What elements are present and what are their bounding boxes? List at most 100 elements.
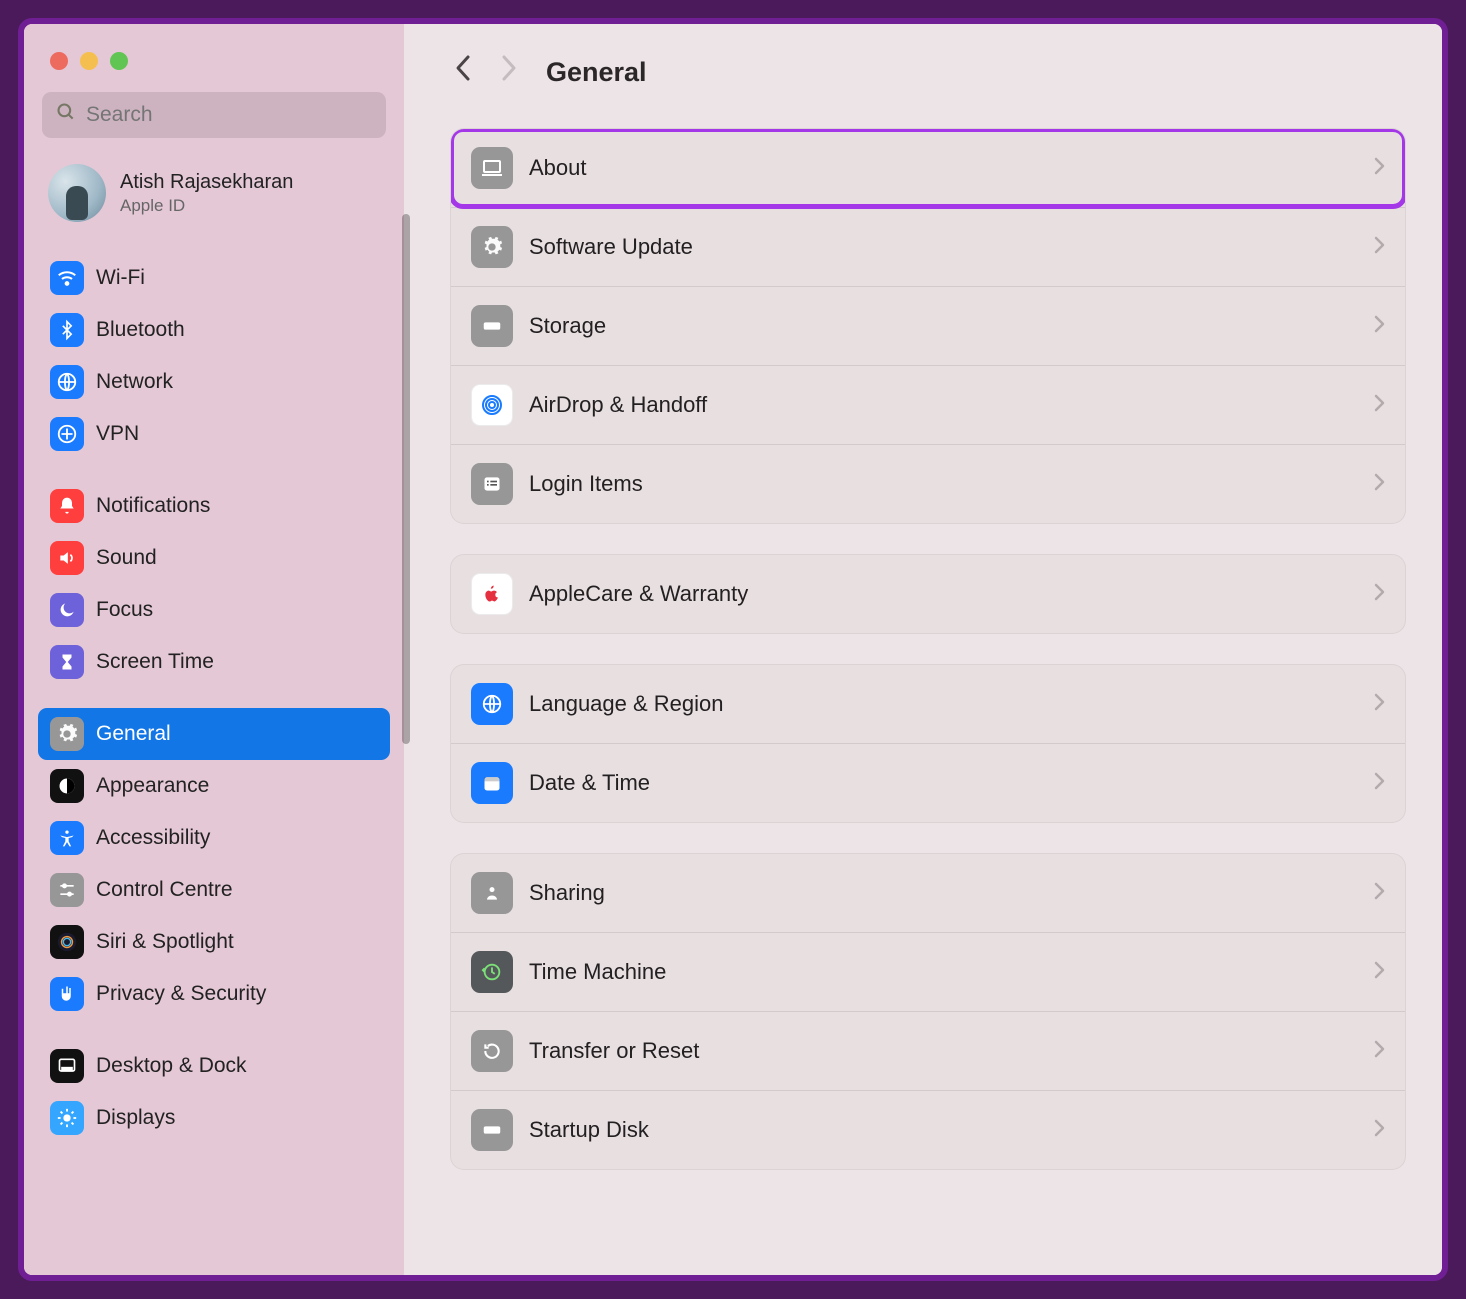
chevron-right-icon: [1373, 392, 1385, 418]
chevron-right-icon: [1373, 880, 1385, 906]
sidebar-scrollbar[interactable]: [402, 214, 410, 744]
chevron-right-icon: [1373, 691, 1385, 717]
row-label: Startup Disk: [529, 1117, 1373, 1143]
chevron-right-icon: [1373, 1117, 1385, 1143]
sidebar-item-siri[interactable]: Siri & Spotlight: [38, 916, 390, 968]
sidebar-item-label: Wi-Fi: [96, 266, 145, 290]
sidebar-item-label: Privacy & Security: [96, 982, 266, 1006]
header: General: [440, 48, 1406, 96]
sidebar-item-desktop[interactable]: Desktop & Dock: [38, 1040, 390, 1092]
close-icon[interactable]: [50, 52, 68, 70]
fullscreen-icon[interactable]: [110, 52, 128, 70]
globe-icon: [50, 365, 84, 399]
sidebar-item-focus[interactable]: Focus: [38, 584, 390, 636]
chevron-right-icon: [1373, 770, 1385, 796]
row-label: Login Items: [529, 471, 1373, 497]
sidebar-item-general[interactable]: General: [38, 708, 390, 760]
sidebar-item-label: Screen Time: [96, 650, 214, 674]
search-box[interactable]: [42, 92, 386, 138]
chevron-right-icon: [1373, 959, 1385, 985]
page-title: General: [546, 57, 647, 88]
sidebar-item-label: General: [96, 722, 171, 746]
sidebar-item-label: Notifications: [96, 494, 210, 518]
row-label: Language & Region: [529, 691, 1373, 717]
hourglass-icon: [50, 645, 84, 679]
window-controls: [38, 48, 390, 90]
reset-icon: [471, 1030, 513, 1072]
sidebar-item-bluetooth[interactable]: Bluetooth: [38, 304, 390, 356]
sidebar-item-sound[interactable]: Sound: [38, 532, 390, 584]
sidebar-item-label: Siri & Spotlight: [96, 930, 234, 954]
row-startup[interactable]: Startup Disk: [451, 1090, 1405, 1169]
gear-icon: [50, 717, 84, 751]
sidebar-item-screentime[interactable]: Screen Time: [38, 636, 390, 688]
search-input[interactable]: [86, 103, 372, 127]
avatar: [48, 164, 106, 222]
sidebar-item-privacy[interactable]: Privacy & Security: [38, 968, 390, 1020]
sidebar-item-label: Focus: [96, 598, 153, 622]
disk-icon: [471, 1109, 513, 1151]
sidebar-item-vpn[interactable]: VPN: [38, 408, 390, 460]
gear-icon: [471, 226, 513, 268]
sidebar-item-accessibility[interactable]: Accessibility: [38, 812, 390, 864]
sidebar-item-label: Displays: [96, 1106, 175, 1130]
sidebar-item-label: Sound: [96, 546, 157, 570]
sidebar-item-label: Control Centre: [96, 878, 233, 902]
apple-icon: [471, 573, 513, 615]
row-airdrop[interactable]: AirDrop & Handoff: [451, 365, 1405, 444]
hand-icon: [50, 977, 84, 1011]
sidebar-item-label: Network: [96, 370, 173, 394]
sidebar-item-controlcentre[interactable]: Control Centre: [38, 864, 390, 916]
sun-icon: [50, 1101, 84, 1135]
dock-icon: [50, 1049, 84, 1083]
profile-name: Atish Rajasekharan: [120, 171, 293, 194]
forward-button: [486, 48, 532, 96]
sidebar-item-label: Accessibility: [96, 826, 210, 850]
sidebar-item-wifi[interactable]: Wi-Fi: [38, 252, 390, 304]
row-sharing[interactable]: Sharing: [451, 854, 1405, 932]
access-icon: [50, 821, 84, 855]
sidebar-item-displays[interactable]: Displays: [38, 1092, 390, 1144]
row-transfer[interactable]: Transfer or Reset: [451, 1011, 1405, 1090]
row-applecare[interactable]: AppleCare & Warranty: [451, 555, 1405, 633]
tm-icon: [471, 951, 513, 993]
moon-icon: [50, 593, 84, 627]
chevron-right-icon: [1373, 155, 1385, 181]
sidebar-item-network[interactable]: Network: [38, 356, 390, 408]
apple-id-row[interactable]: Atish Rajasekharan Apple ID: [38, 156, 390, 242]
row-label: AppleCare & Warranty: [529, 581, 1373, 607]
back-button[interactable]: [440, 48, 486, 96]
row-about[interactable]: About: [451, 129, 1405, 207]
row-label: Date & Time: [529, 770, 1373, 796]
row-login[interactable]: Login Items: [451, 444, 1405, 523]
row-language[interactable]: Language & Region: [451, 665, 1405, 743]
row-label: About: [529, 155, 1373, 181]
row-label: Transfer or Reset: [529, 1038, 1373, 1064]
row-storage[interactable]: Storage: [451, 286, 1405, 365]
chevron-right-icon: [1373, 313, 1385, 339]
row-timemachine[interactable]: Time Machine: [451, 932, 1405, 1011]
sidebar-item-label: VPN: [96, 422, 139, 446]
sidebar-item-notifications[interactable]: Notifications: [38, 480, 390, 532]
sidebar-item-label: Desktop & Dock: [96, 1054, 247, 1078]
profile-sub: Apple ID: [120, 196, 293, 216]
minimize-icon[interactable]: [80, 52, 98, 70]
row-label: Storage: [529, 313, 1373, 339]
laptop-icon: [471, 147, 513, 189]
sidebar-list: Wi-Fi Bluetooth Network VPN Notifications So…: [38, 252, 390, 1275]
search-icon: [56, 102, 76, 128]
settings-window: Atish Rajasekharan Apple ID Wi-Fi Bluetoo…: [18, 18, 1448, 1281]
row-datetime[interactable]: Date & Time: [451, 743, 1405, 822]
sidebar-item-appearance[interactable]: Appearance: [38, 760, 390, 812]
sliders-icon: [50, 873, 84, 907]
row-label: Software Update: [529, 234, 1373, 260]
row-software[interactable]: Software Update: [451, 207, 1405, 286]
siri-icon: [50, 925, 84, 959]
row-label: AirDrop & Handoff: [529, 392, 1373, 418]
sidebar-item-label: Appearance: [96, 774, 209, 798]
chevron-right-icon: [1373, 471, 1385, 497]
list-icon: [471, 463, 513, 505]
row-label: Time Machine: [529, 959, 1373, 985]
bell-icon: [50, 489, 84, 523]
contrast-icon: [50, 769, 84, 803]
